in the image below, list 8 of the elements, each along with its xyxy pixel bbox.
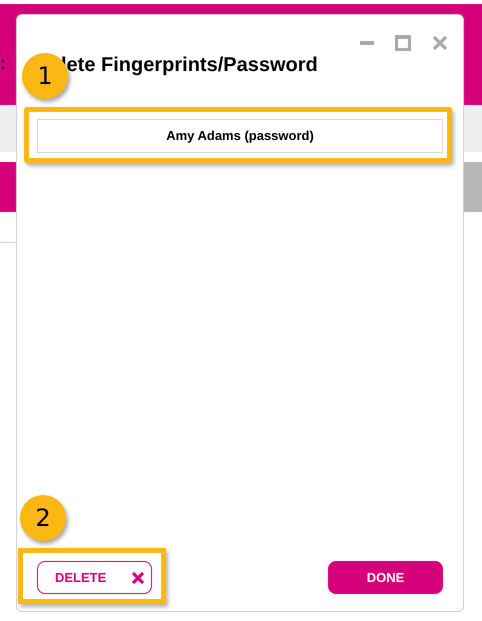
header-text: : bbox=[0, 54, 6, 72]
maximize-button[interactable] bbox=[395, 35, 411, 51]
list-item[interactable]: Amy Adams (password) bbox=[37, 119, 443, 153]
delete-button[interactable]: DELETE bbox=[37, 561, 152, 594]
done-button[interactable]: DONE bbox=[328, 561, 443, 594]
close-button[interactable] bbox=[431, 34, 449, 52]
close-icon bbox=[131, 570, 145, 584]
scrollbar-track bbox=[464, 162, 482, 212]
